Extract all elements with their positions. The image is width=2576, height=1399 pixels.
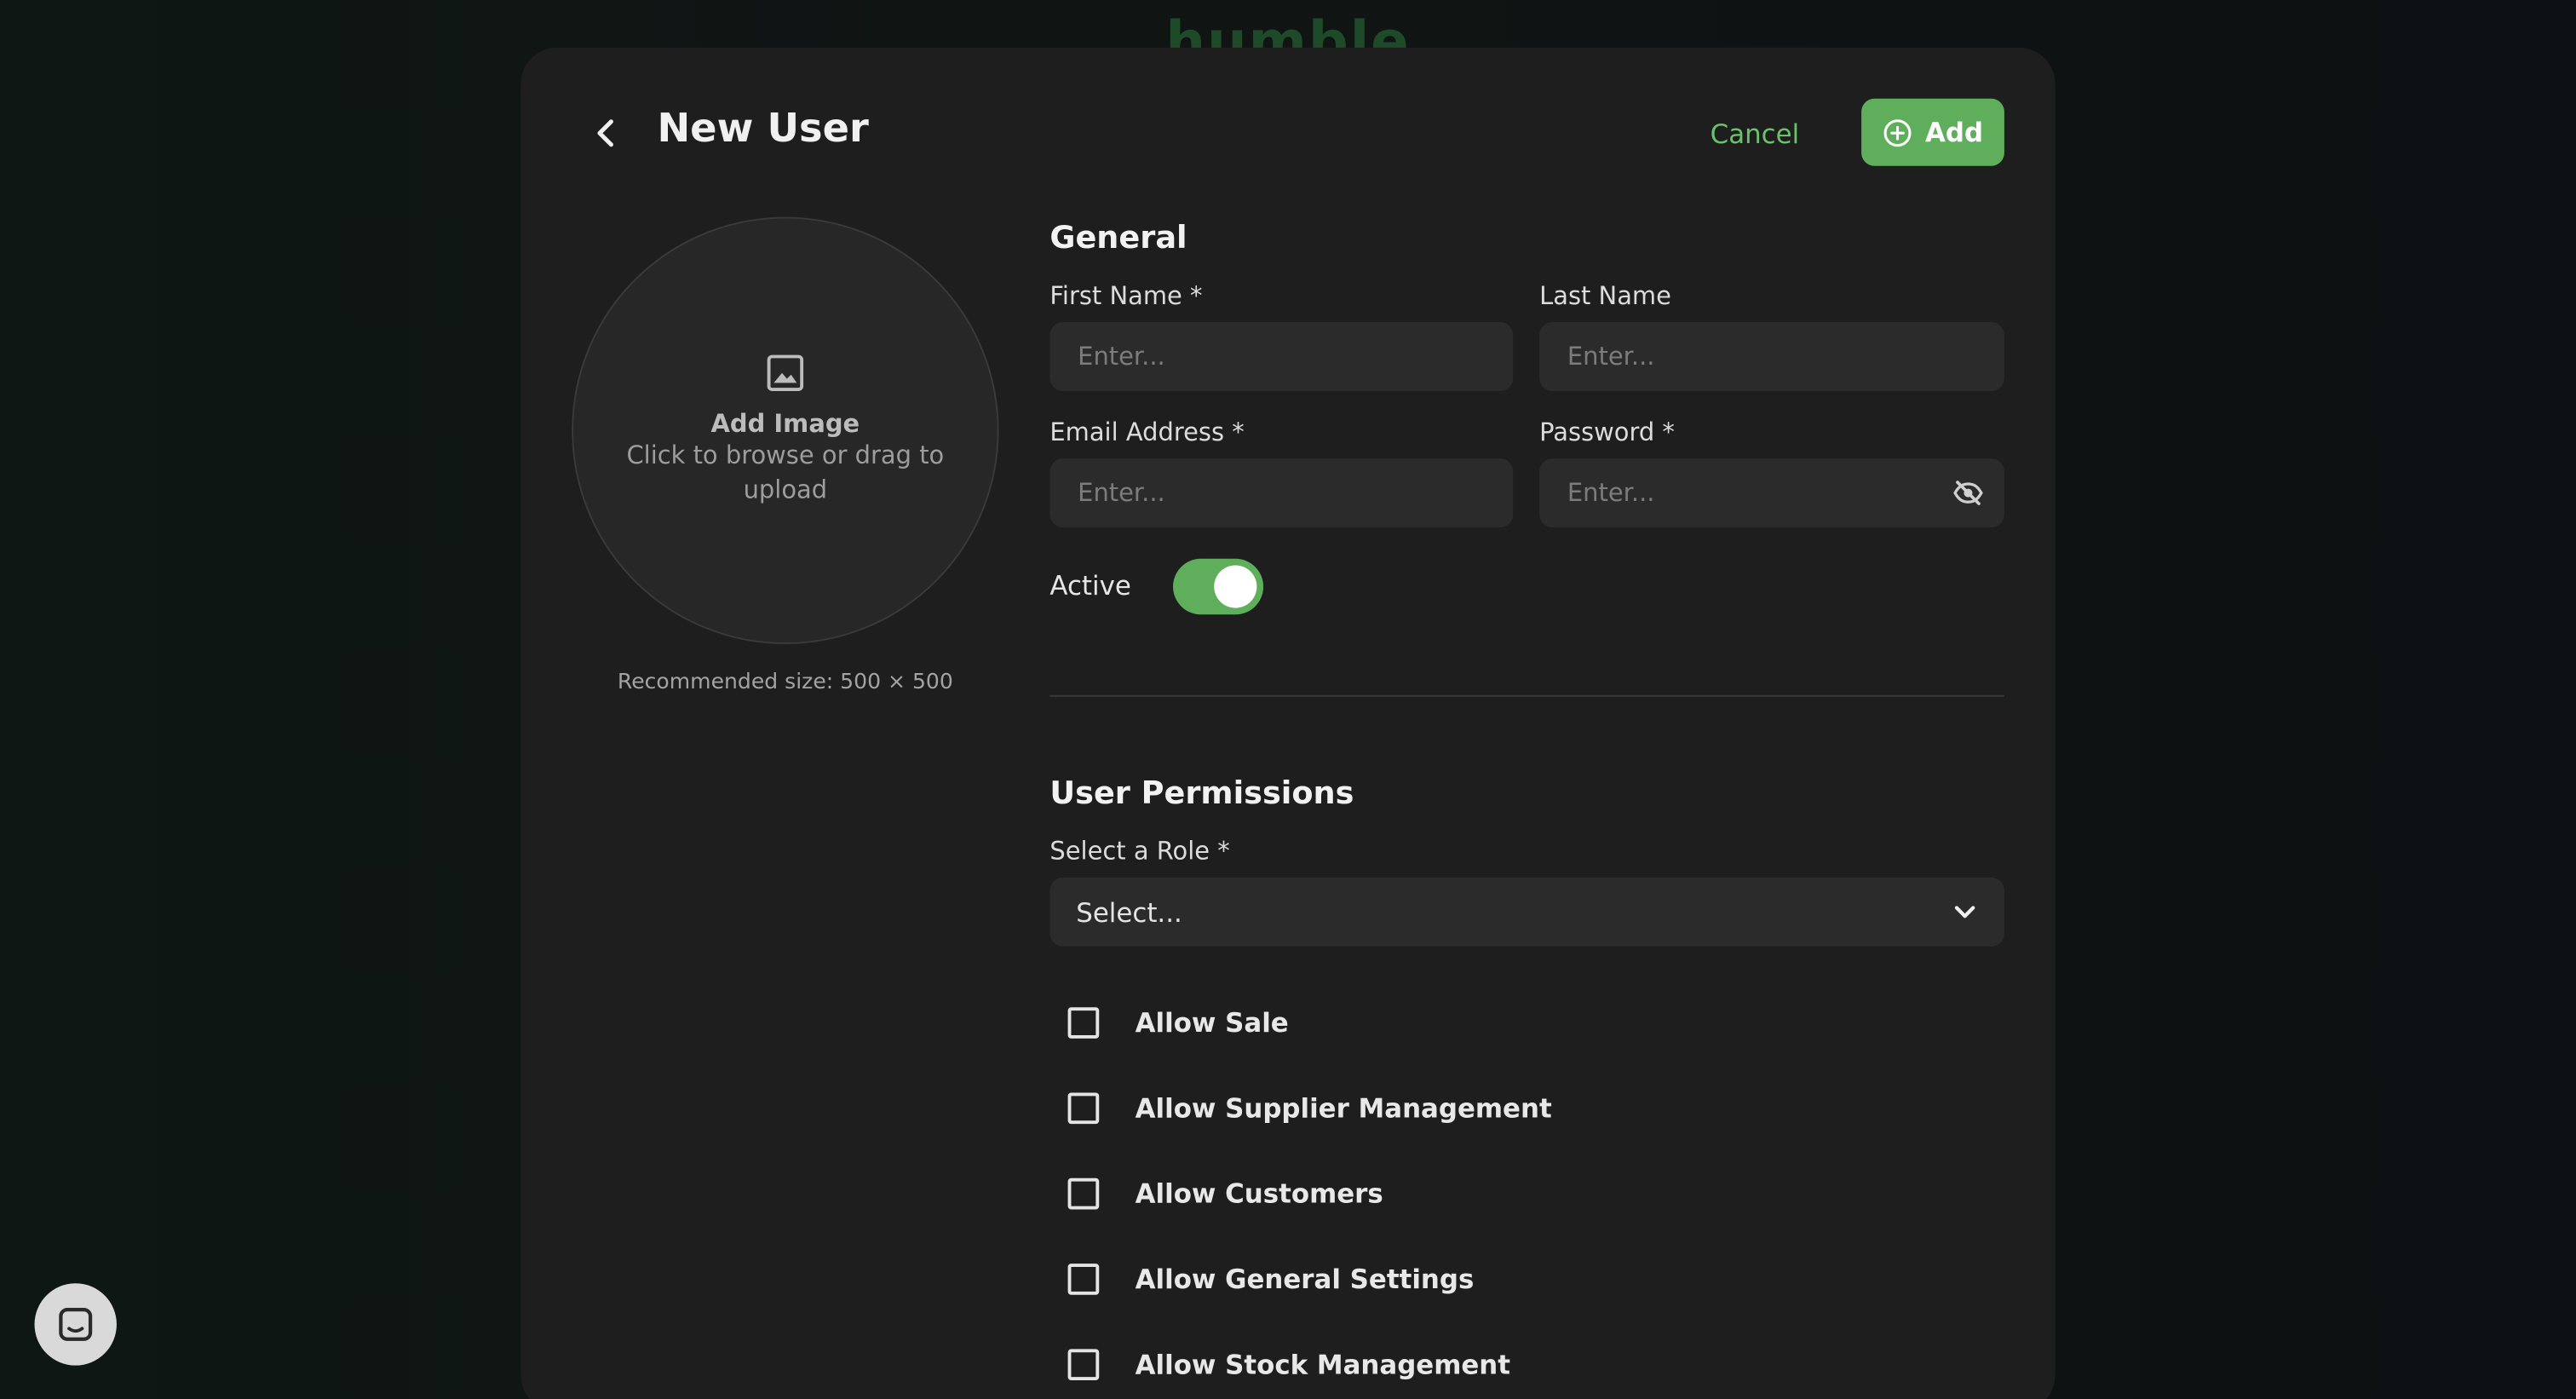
first-name-label: First Name * [1049,280,1203,311]
permission-label: Allow General Settings [1135,1263,1475,1294]
page-title: New User [657,105,869,152]
permission-allow-stock-management[interactable]: Allow Stock Management [1067,1346,1511,1382]
chevron-left-icon [597,119,613,147]
active-label: Active [1049,570,1131,602]
app-stage: humble New User Cancel Add Add Image Cli… [0,0,2576,1399]
last-name-label: Last Name [1539,280,1671,311]
image-icon [767,354,804,392]
image-upload-title: Add Image [710,409,860,439]
permission-allow-sale[interactable]: Allow Sale [1067,1004,1289,1039]
password-visibility-toggle[interactable] [1952,476,1985,510]
permission-allow-general-settings[interactable]: Allow General Settings [1067,1260,1475,1296]
eye-off-icon [1953,481,1983,505]
permission-label: Allow Customers [1135,1177,1383,1209]
plus-circle-icon [1883,118,1912,147]
chat-icon [59,1307,93,1341]
image-upload-subtitle: Click to browse or drag to upload [626,440,945,505]
recommended-size-note: Recommended size: 500 × 500 [617,670,953,695]
permission-label: Allow Supplier Management [1135,1091,1552,1124]
checkbox[interactable] [1067,1348,1100,1380]
role-select-value: Select... [1076,896,1182,928]
image-upload-dropzone[interactable]: Add Image Click to browse or drag to upl… [572,216,999,645]
chevron-down-icon [1954,906,1975,918]
first-name-input[interactable] [1049,322,1514,392]
checkbox[interactable] [1067,1091,1100,1124]
permission-allow-supplier-management[interactable]: Allow Supplier Management [1067,1090,1552,1126]
email-input[interactable] [1049,458,1514,528]
add-button-label: Add [1925,116,1984,148]
permission-label: Allow Sale [1135,1006,1289,1038]
permission-allow-customers[interactable]: Allow Customers [1067,1175,1383,1211]
permissions-section-title: User Permissions [1049,775,1354,812]
general-section-title: General [1049,220,1187,256]
toggle-knob [1214,565,1257,608]
role-select[interactable]: Select... [1049,877,2004,947]
email-label: Email Address * [1049,417,1245,447]
last-name-input[interactable] [1539,322,2004,392]
back-button[interactable] [587,110,626,156]
active-toggle[interactable] [1173,558,1264,615]
checkbox[interactable] [1067,1006,1100,1038]
cancel-button[interactable]: Cancel [1711,113,1800,153]
new-user-modal: New User Cancel Add Add Image Click to b… [520,47,2056,1399]
password-input[interactable] [1539,458,2004,528]
role-label: Select a Role * [1049,836,1230,866]
checkbox[interactable] [1067,1177,1100,1209]
chat-widget-button[interactable] [34,1283,117,1366]
permission-label: Allow Stock Management [1135,1348,1511,1380]
section-divider [1049,694,2004,697]
password-label: Password * [1539,417,1675,447]
add-button[interactable]: Add [1861,98,2004,166]
checkbox[interactable] [1067,1263,1100,1294]
